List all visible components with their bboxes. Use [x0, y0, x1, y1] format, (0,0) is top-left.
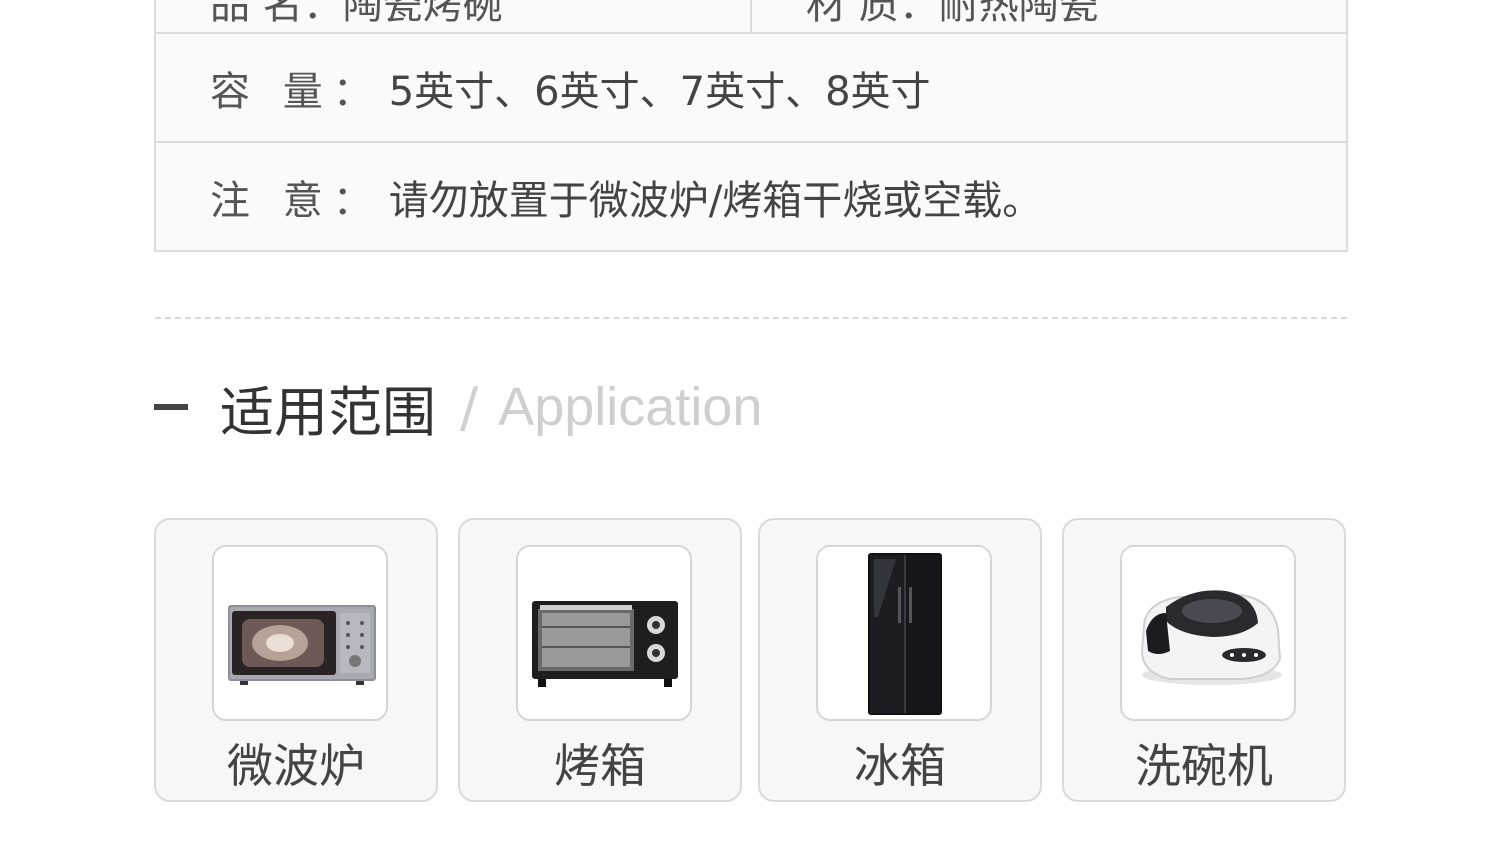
spec-cell-right: 材 质：耐热陶瓷 [752, 0, 1346, 32]
appliance-card-microwave: 微波炉 [154, 518, 438, 802]
spec-label: 注 意： [210, 177, 383, 224]
spec-value: 5英寸、6英寸、7英寸、8英寸 [388, 68, 931, 115]
appliance-name: 冰箱 [854, 739, 946, 793]
spec-top-left-text: 品 名：陶瓷烤碗 [210, 0, 503, 28]
section-divider [155, 317, 1347, 319]
spec-label: 容 量： [210, 68, 383, 115]
appliance-name: 烤箱 [554, 739, 646, 793]
fridge-icon [816, 545, 992, 721]
section-title-separator: / [460, 375, 479, 439]
spec-value: 请勿放置于微波炉/烤箱干烧或空载。 [388, 177, 1043, 224]
section-title-cn: 适用范围 [220, 380, 436, 444]
appliance-name: 微波炉 [227, 739, 365, 793]
appliance-card-dishwasher: 洗碗机 [1062, 518, 1346, 802]
appliance-card-oven: 烤箱 [458, 518, 742, 802]
title-dash-icon [154, 404, 188, 410]
oven-icon [516, 545, 692, 721]
spec-table: 品 名：陶瓷烤碗 材 质：耐热陶瓷 容 量： 5英寸、6英寸、7英寸、8英寸 注… [154, 0, 1348, 252]
microwave-icon [212, 545, 388, 721]
spec-top-right-text: 材 质：耐热陶瓷 [806, 0, 1099, 28]
appliance-card-fridge: 冰箱 [758, 518, 1042, 802]
spec-row-partial: 品 名：陶瓷烤碗 材 质：耐热陶瓷 [156, 0, 1346, 34]
spec-row-notice: 注 意： 请勿放置于微波炉/烤箱干烧或空载。 [156, 143, 1346, 250]
section-header: 适用范围 / Application [154, 372, 763, 444]
section-title-en: Application [498, 377, 763, 437]
spec-cell-left: 品 名：陶瓷烤碗 [156, 0, 752, 32]
dishwasher-icon [1120, 545, 1296, 721]
appliance-name: 洗碗机 [1135, 739, 1273, 793]
spec-row-capacity: 容 量： 5英寸、6英寸、7英寸、8英寸 [156, 34, 1346, 143]
